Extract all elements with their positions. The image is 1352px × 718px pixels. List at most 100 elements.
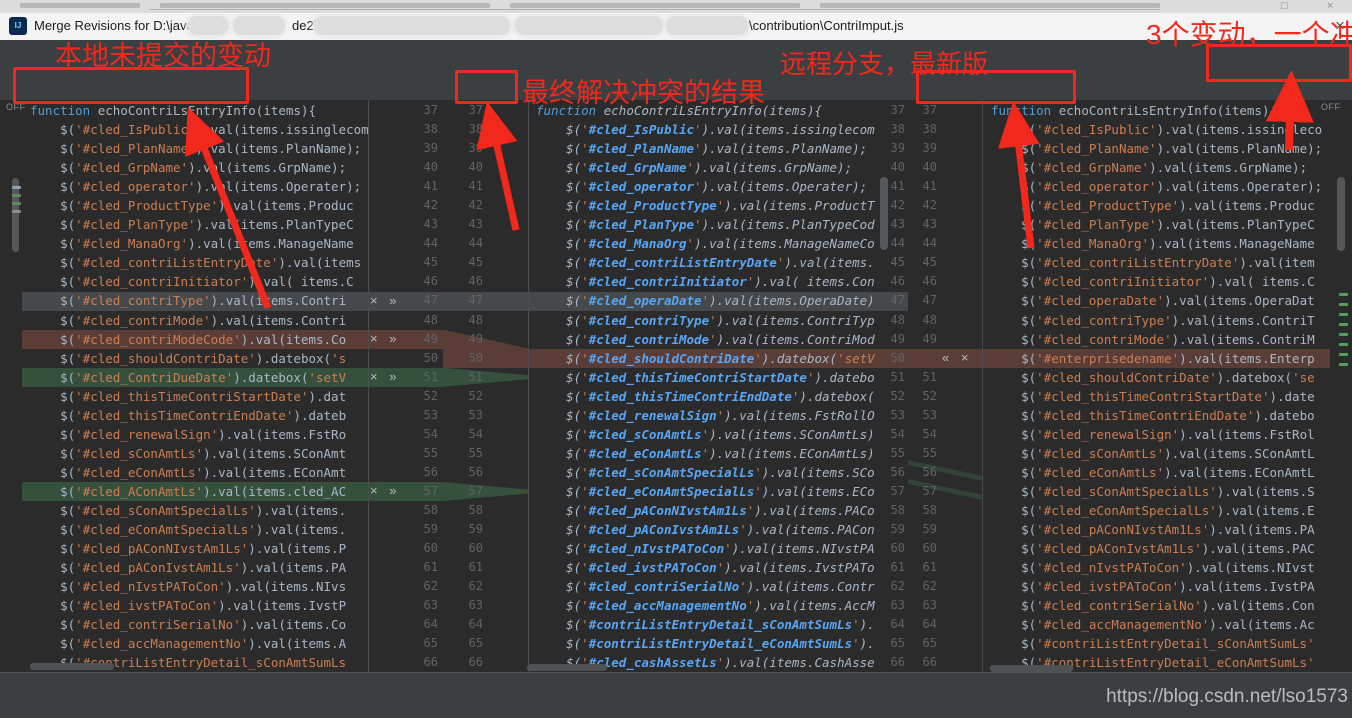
change-marker[interactable] xyxy=(1339,363,1348,366)
line-number: 52 xyxy=(443,387,483,406)
change-marker[interactable] xyxy=(12,186,21,189)
line-number: 44 xyxy=(443,234,483,253)
change-marker[interactable] xyxy=(12,194,21,197)
right-horizontal-scrollbar[interactable] xyxy=(990,665,1073,672)
line-number: 39 xyxy=(405,139,438,158)
line-number: 58 xyxy=(443,501,483,520)
change-marker[interactable] xyxy=(1339,323,1348,326)
maximize-icon[interactable]: □ xyxy=(1281,0,1288,13)
code-line: $('#cled_contriMode').val(items.ContriMo… xyxy=(536,330,884,349)
code-line: $('#cled_contriMode').val(items.ContriM xyxy=(991,330,1336,349)
change-marker[interactable] xyxy=(1339,343,1348,346)
left-vertical-scrollbar[interactable] xyxy=(12,178,19,252)
right-code-editor[interactable]: function echoContriLsEntryInfo(items){ $… xyxy=(985,101,1336,672)
line-number: 62 xyxy=(443,577,483,596)
line-number: 55 xyxy=(910,444,937,463)
line-number: 48 xyxy=(910,311,937,330)
panel-divider xyxy=(368,100,369,672)
code-line: $('#cled_contriMode').val(items.Contri xyxy=(30,311,376,330)
code-line: $('#cled_contriType').val(items.Contri xyxy=(30,291,376,310)
line-number: 55 xyxy=(405,444,438,463)
ignore-and-apply-right-icons[interactable]: × » xyxy=(370,483,400,498)
code-line: $('#cled_thisTimeContriEndDate').datebo xyxy=(991,406,1336,425)
center-horizontal-scrollbar[interactable] xyxy=(527,664,607,671)
code-line: $('#cled_shouldContriDate').datebox('s xyxy=(30,349,376,368)
change-marker[interactable] xyxy=(12,210,21,213)
left-horizontal-scrollbar[interactable] xyxy=(30,663,114,670)
code-line: $('#cled_sConAmtLs').val(items.SConAmtL xyxy=(991,444,1336,463)
change-marker[interactable] xyxy=(1339,333,1348,336)
line-number: 55 xyxy=(878,444,905,463)
code-line: $('#cled_contriType').val(items.ContriTy… xyxy=(536,311,884,330)
right-vertical-scrollbar[interactable] xyxy=(1337,177,1345,251)
code-line: $('#cled_IsPublic').val(items.issingleco xyxy=(991,120,1336,139)
line-number: 49 xyxy=(443,330,483,349)
change-marker[interactable] xyxy=(12,202,21,205)
code-line: $('#cled_ManaOrg').val(items.ManageName xyxy=(991,234,1336,253)
close-icon[interactable]: × xyxy=(1327,0,1333,13)
code-line: $('#cled_sConAmtLs').val(items.SConAmtLs… xyxy=(536,425,884,444)
line-number: 45 xyxy=(878,253,905,272)
apply-left-and-ignore-icons[interactable]: « × xyxy=(942,350,972,365)
line-number: 37 xyxy=(878,101,905,120)
line-number: 50 xyxy=(443,349,483,368)
line-number: 53 xyxy=(878,406,905,425)
change-marker[interactable] xyxy=(1339,303,1348,306)
code-line: $('#enterprisedename').val(items.Enterp xyxy=(991,349,1336,368)
code-line: $('#cled_operaDate').val(items.OperaDate… xyxy=(536,291,884,310)
code-line: $('#cled_contriInitiator').val( items.Co… xyxy=(536,272,884,291)
off-indicator: OFF xyxy=(1321,102,1341,112)
line-number: 46 xyxy=(910,272,937,291)
line-number: 38 xyxy=(405,120,438,139)
line-number: 54 xyxy=(405,425,438,444)
background-window-underline xyxy=(150,9,1160,10)
line-number: 66 xyxy=(910,653,937,672)
code-line: $('#contriListEntryDetail_sConAmtSumLs')… xyxy=(536,615,884,634)
code-line: function echoContriLsEntryInfo(items){ xyxy=(991,101,1336,120)
code-line: $('#cled_ManaOrg').val(items.ManageName xyxy=(30,234,376,253)
censored-path-blob xyxy=(314,16,510,35)
code-line: $('#cled_renewalSign').val(items.FstRoll… xyxy=(536,406,884,425)
censored-path-blob xyxy=(188,16,228,35)
left-code-editor[interactable]: function echoContriLsEntryInfo(items){ $… xyxy=(22,101,376,672)
line-number: 47 xyxy=(910,291,937,310)
line-number: 39 xyxy=(878,139,905,158)
code-line: $('#cled_ProductType').val(items.Produc xyxy=(30,196,376,215)
code-line: $('#cled_shouldContriDate').datebox('se xyxy=(991,368,1336,387)
center-vertical-scrollbar[interactable] xyxy=(880,177,888,250)
line-number: 57 xyxy=(443,482,483,501)
line-number: 56 xyxy=(405,463,438,482)
line-number: 58 xyxy=(405,501,438,520)
change-marker[interactable] xyxy=(1339,313,1348,316)
code-line: $('#cled_renewalSign').val(items.FstRo xyxy=(30,425,376,444)
code-line: $('#cled_renewalSign').val(items.FstRol xyxy=(991,425,1336,444)
code-line: $('#cled_PlanName').val(items.PlanName); xyxy=(536,139,884,158)
code-line: $('#cled_contriListEntryDate').val(items… xyxy=(536,253,884,272)
line-number: 65 xyxy=(878,634,905,653)
off-indicator: OFF xyxy=(6,102,26,112)
result-code-editor[interactable]: function echoContriLsEntryInfo(items){ $… xyxy=(530,101,884,672)
dialog-title-file: \contribution\ContriImput.js xyxy=(749,18,904,33)
ignore-and-apply-right-icons[interactable]: × » xyxy=(370,331,400,346)
line-number: 59 xyxy=(443,520,483,539)
merge-dialog-icon: IJ xyxy=(9,17,27,35)
code-line: $('#cled_accManagementNo').val(items.Acc… xyxy=(536,596,884,615)
line-number: 65 xyxy=(443,634,483,653)
line-number: 37 xyxy=(405,101,438,120)
line-number: 57 xyxy=(910,482,937,501)
censored-path-blob xyxy=(233,16,285,35)
code-line: $('#cled_PlanType').val(items.PlanTypeC xyxy=(30,215,376,234)
ignore-and-apply-right-icons[interactable]: × » xyxy=(370,369,400,384)
line-number: 61 xyxy=(910,558,937,577)
ignore-and-apply-right-icons[interactable]: × » xyxy=(370,293,400,308)
change-marker[interactable] xyxy=(1339,353,1348,356)
line-number: 52 xyxy=(405,387,438,406)
merge-revisions-dialog: □ × IJ Merge Revisions for D:\java_code … xyxy=(0,0,1352,718)
change-marker[interactable] xyxy=(1339,293,1348,296)
line-number: 39 xyxy=(443,139,483,158)
code-line: $('#cled_ProductType').val(items.Product… xyxy=(536,196,884,215)
code-line: $('#cled_ivstPAToCon').val(items.IvstPA xyxy=(991,577,1336,596)
line-number: 57 xyxy=(405,482,438,501)
line-number: 46 xyxy=(878,272,905,291)
code-line: $('#cled_pAConIvstAm1Ls').val(items.PAC xyxy=(991,539,1336,558)
